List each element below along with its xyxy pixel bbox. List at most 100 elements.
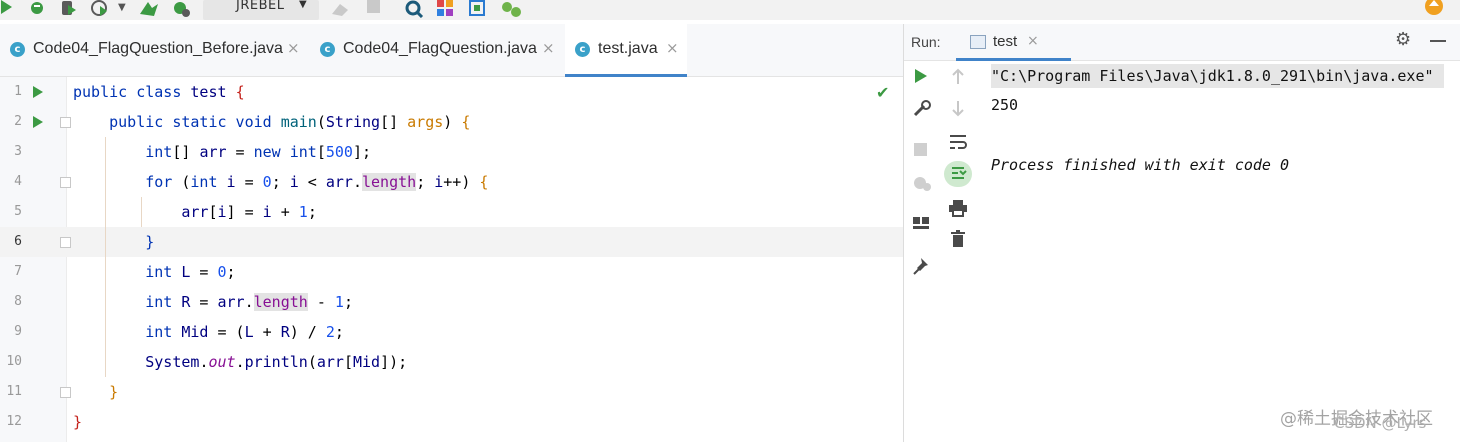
build-module-icon[interactable] [170,0,192,18]
print-icon[interactable] [948,199,968,217]
build-icon[interactable] [138,0,160,18]
close-icon[interactable]: × [1027,33,1039,49]
gear-icon[interactable]: ⚙ [1395,29,1411,50]
debug-icon[interactable] [28,0,46,18]
code-text: } [145,233,155,251]
soft-wrap-icon[interactable] [948,133,968,151]
code-line[interactable]: 1 public class test { [0,77,903,107]
code-line[interactable]: 4 for (int i = 0; i < arr.length; i++) { [0,167,903,197]
panel-divider[interactable] [903,24,904,442]
arrow-down-icon[interactable] [950,100,966,118]
arrow-up-icon[interactable] [950,68,966,86]
rerun-icon[interactable] [913,68,929,84]
code-text: for (int i = 0; i < arr.length; i++) { [145,173,489,191]
debugger-icon[interactable] [911,172,933,192]
jrebel-dropdown[interactable]: JREBEL ▼ [203,0,319,20]
run-gutter-icon[interactable] [33,86,43,98]
java-class-icon: c [10,42,25,57]
hammer-icon[interactable] [330,0,352,18]
code-text: int R = arr.length - 1; [145,293,353,311]
run-gutter-icon[interactable] [33,116,43,128]
git-icon[interactable] [500,0,524,18]
line-number: 4 [14,174,22,189]
run-panel-header: Run: test × [904,24,1460,61]
fold-icon[interactable] [60,177,71,188]
code-line[interactable]: 10 System.out.println(arr[Mid]); [0,347,903,377]
code-line[interactable]: 3 int[] arr = new int[500]; [0,137,903,167]
editor-tab-bar: c Code04_FlagQuestion_Before.java × c Co… [0,24,903,77]
layout-icon[interactable] [912,215,932,231]
fold-icon[interactable] [60,237,71,248]
scroll-to-end-button[interactable] [944,161,972,187]
stop-icon[interactable] [366,0,382,18]
settings-icon[interactable] [468,0,488,18]
stop-icon[interactable] [914,143,928,157]
main-toolbar: ▼ JREBEL ▼ [0,0,1460,20]
line-number: 12 [6,414,22,429]
code-line[interactable]: 8 int R = arr.length - 1; [0,287,903,317]
line-number: 1 [14,84,22,99]
wrench-icon[interactable] [912,100,932,118]
jrebel-label: JREBEL [236,0,285,13]
coverage-icon[interactable] [60,0,78,18]
line-number: 9 [14,324,22,339]
console-output[interactable] [976,61,1460,442]
java-class-icon: c [320,42,335,57]
code-line[interactable]: 5 arr[i] = i + 1; [0,197,903,227]
code-text: arr[i] = i + 1; [181,203,317,221]
line-number: 5 [14,204,22,219]
minimize-icon[interactable] [1430,40,1446,42]
search-icon[interactable] [404,0,424,18]
code-line[interactable]: 11 } [0,377,903,407]
indent-guide [105,137,106,377]
trash-icon[interactable] [950,230,966,248]
pin-icon[interactable] [912,256,932,276]
run-tab-test[interactable]: test × [956,24,1071,61]
code-line[interactable]: 2 public static void main(String[] args)… [0,107,903,137]
code-text: int[] arr = new int[500]; [145,143,372,161]
close-icon[interactable]: × [542,39,555,57]
code-line[interactable]: 9 int Mid = (L + R) / 2; [0,317,903,347]
run-tab-label: test [993,33,1018,50]
code-text: public static void main(String[] args) { [109,113,471,131]
tab-code04-flagquestion[interactable]: c Code04_FlagQuestion.java × [320,24,560,76]
inspection-ok-icon[interactable]: ✔ [876,83,889,102]
code-line[interactable]: 7 int L = 0; [0,257,903,287]
tab-label: test.java [598,40,658,57]
java-class-icon: c [575,42,590,57]
fold-icon[interactable] [60,117,71,128]
watermark-text-secondary: CSDN @Lyrs [1334,414,1427,432]
close-icon[interactable]: × [287,39,300,57]
code-text: System.out.println(arr[Mid]); [145,353,408,371]
indent-guide [141,197,142,227]
line-number: 2 [14,114,22,129]
tab-label: Code04_FlagQuestion.java [343,40,537,57]
console-icon [970,35,986,49]
code-text: int L = 0; [145,263,236,281]
code-line-current[interactable]: 6 } [0,227,903,257]
line-number: 8 [14,294,22,309]
chevron-down-icon: ▼ [299,0,307,10]
code-text: int Mid = (L + R) / 2; [145,323,344,341]
close-icon[interactable]: × [666,39,679,57]
line-number: 10 [6,354,22,369]
profile-icon[interactable] [90,0,110,18]
line-number: 6 [14,234,22,249]
fold-icon[interactable] [60,387,71,398]
console-status-line: Process finished with exit code 0 [991,156,1290,174]
console-output-line: 250 [991,96,1019,114]
tab-code04-flagquestion-before[interactable]: c Code04_FlagQuestion_Before.java × [10,24,310,76]
tab-label: Code04_FlagQuestion_Before.java [33,40,283,57]
line-number: 7 [14,264,22,279]
console-command-line: "C:\Program Files\Java\jdk1.8.0_291\bin\… [991,64,1444,88]
line-number: 3 [14,144,22,159]
code-text: public class test { [73,83,245,101]
code-line[interactable]: 12 } [0,407,903,437]
line-number: 11 [6,384,22,399]
tab-test-java[interactable]: c test.java × [565,24,687,77]
code-text: } [73,413,83,431]
run-icon[interactable] [0,0,14,18]
plugin-icon[interactable] [436,0,456,18]
update-icon[interactable] [1424,0,1444,18]
dropdown-icon[interactable]: ▼ [118,2,126,20]
